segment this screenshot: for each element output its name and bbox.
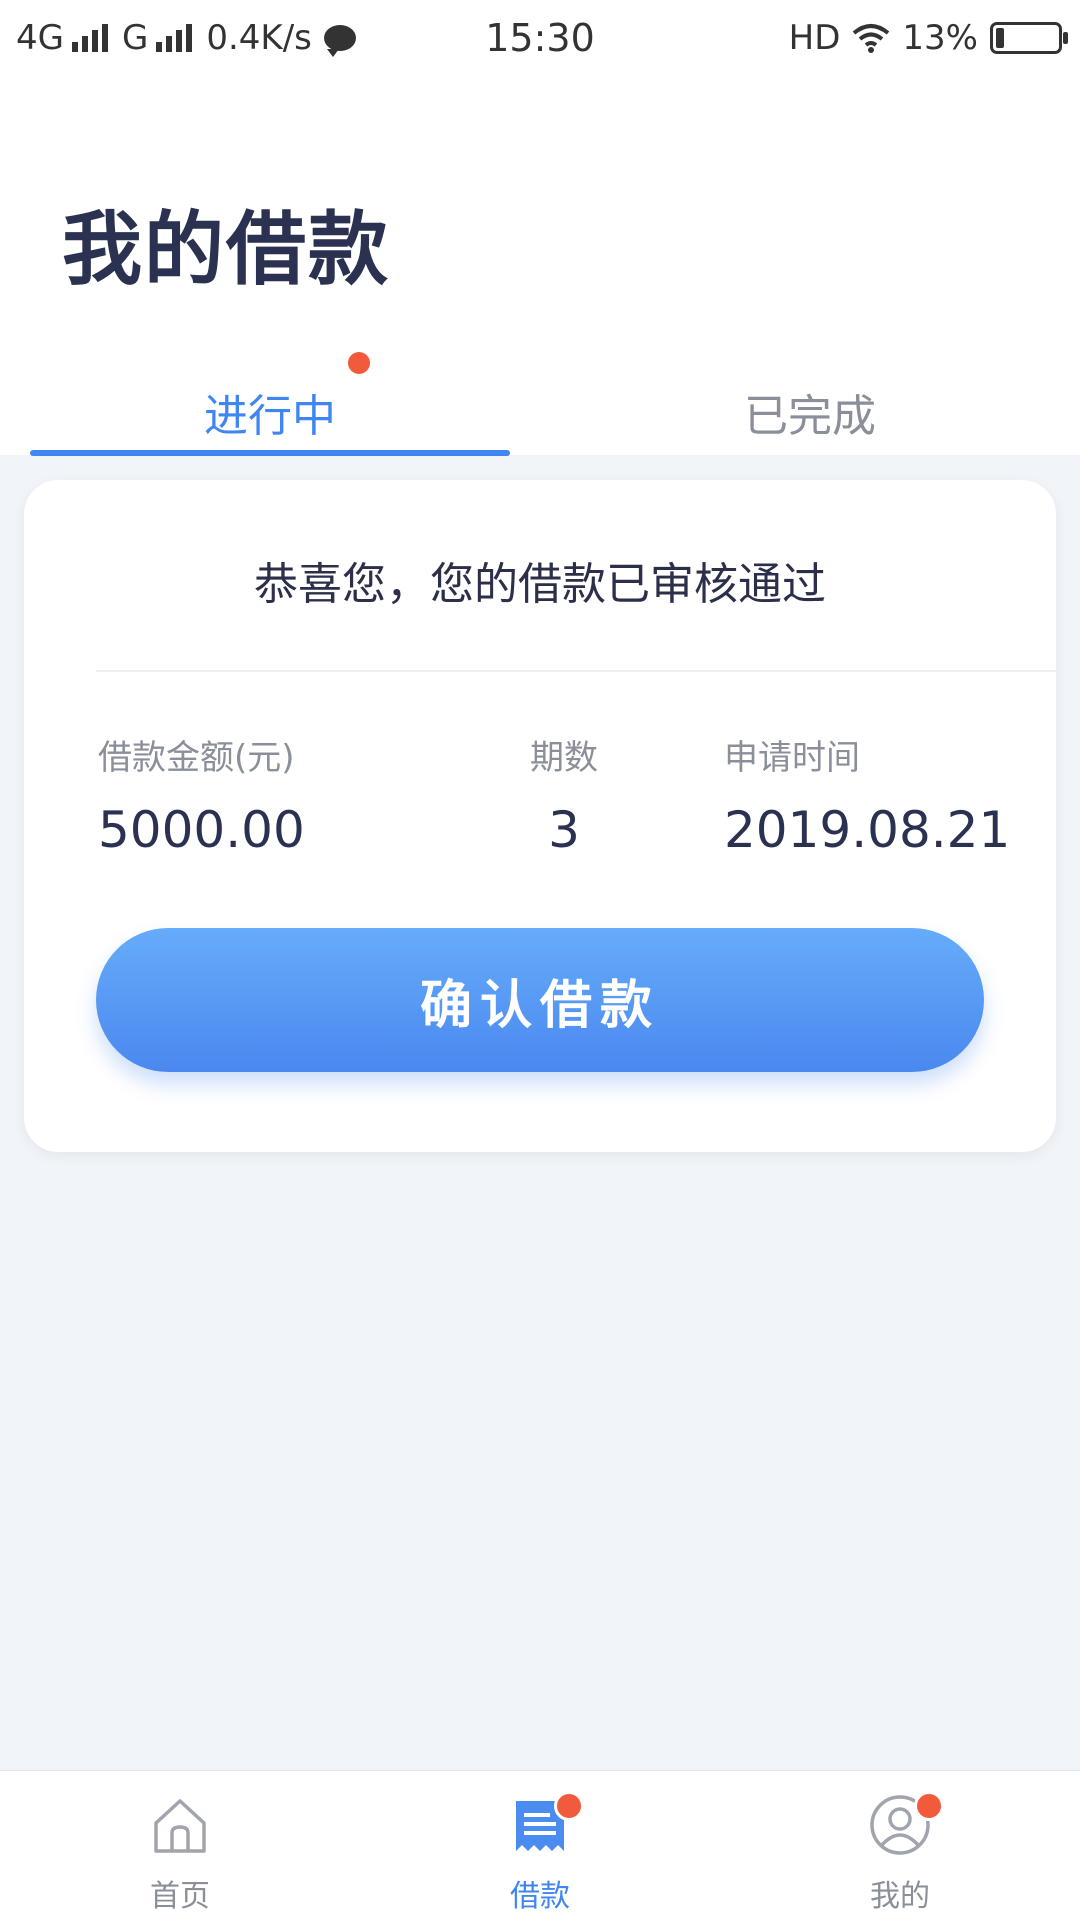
card-divider xyxy=(96,670,1056,672)
nav-label-mine: 我的 xyxy=(870,1879,930,1914)
hd-indicator: HD xyxy=(788,18,841,58)
tab-in-progress[interactable]: 进行中 xyxy=(0,352,540,444)
tab-notification-badge xyxy=(348,352,370,374)
loan-status-tabs: 进行中 已完成 xyxy=(0,352,1080,455)
loan-periods-label: 期数 xyxy=(530,738,598,778)
page-header: 我的借款 进行中 已完成 xyxy=(0,80,1080,456)
confirm-loan-button[interactable]: 确认借款 xyxy=(96,928,984,1072)
apply-date-value: 2019.08.21 xyxy=(724,801,1011,859)
loan-periods-block: 期数 3 xyxy=(374,730,754,859)
page-title: 我的借款 xyxy=(62,203,390,296)
loan-amount-value: 5000.00 xyxy=(98,801,305,859)
loan-periods-value: 3 xyxy=(548,801,580,859)
loan-amount-block: 借款金额(元) 5000.00 xyxy=(98,730,305,859)
approval-message: 恭喜您，您的借款已审核通过 xyxy=(254,559,826,610)
bottom-nav: 首页 借款 我的 xyxy=(0,1770,1080,1921)
home-icon xyxy=(154,1799,206,1853)
loan-card: 恭喜您，您的借款已审核通过 借款金额(元) 5000.00 期数 3 申请时间 … xyxy=(24,480,1056,1152)
status-right: HD 13% xyxy=(788,18,1068,58)
nav-loan-badge xyxy=(554,1791,584,1821)
nav-item-loan[interactable]: 借款 xyxy=(360,1771,720,1921)
tab-in-progress-label: 进行中 xyxy=(204,391,336,442)
battery-level xyxy=(996,28,1004,48)
battery-percent: 13% xyxy=(902,18,978,58)
active-tab-indicator xyxy=(30,450,510,456)
nav-item-mine[interactable]: 我的 xyxy=(720,1771,1080,1921)
battery-icon xyxy=(990,22,1068,54)
nav-label-loan: 借款 xyxy=(510,1879,570,1914)
apply-date-block: 申请时间 2019.08.21 xyxy=(724,730,1010,859)
loan-amount-label: 借款金额(元) xyxy=(98,738,295,778)
tab-completed-label: 已完成 xyxy=(744,391,876,442)
apply-date-label: 申请时间 xyxy=(724,738,860,778)
wifi-icon xyxy=(853,24,890,53)
nav-mine-badge xyxy=(914,1791,944,1821)
nav-label-home: 首页 xyxy=(150,1879,210,1914)
nav-item-home[interactable]: 首页 xyxy=(0,1771,360,1921)
tab-completed[interactable]: 已完成 xyxy=(540,380,1080,444)
status-bar: 4G G 0.4K/s 15:30 HD 13% xyxy=(0,0,1080,80)
tab-in-progress-wrapper: 进行中 xyxy=(204,352,370,444)
